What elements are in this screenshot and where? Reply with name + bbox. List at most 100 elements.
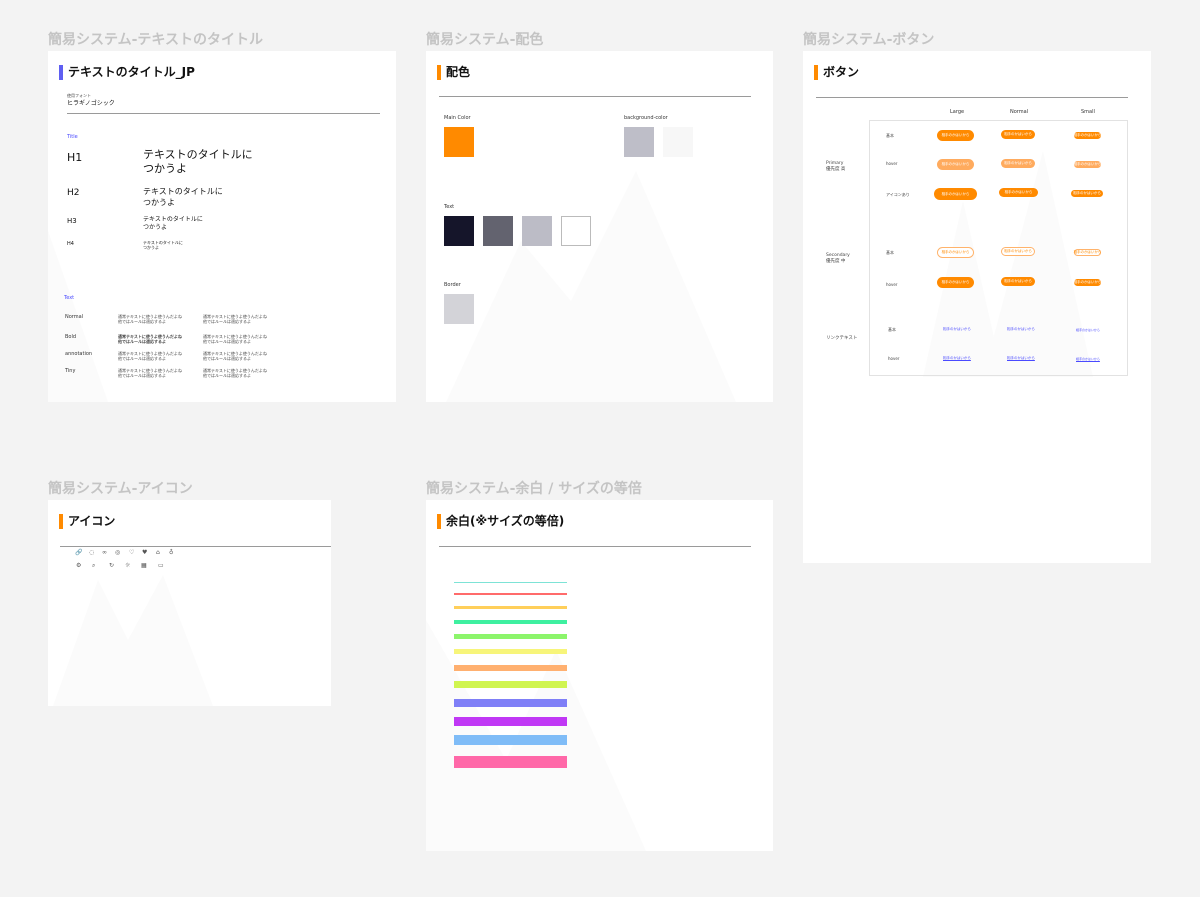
h1-sample: テキストのタイトルに つかうよ [143, 148, 253, 175]
state-label: 基本 [888, 327, 896, 332]
h1-label: H1 [67, 151, 83, 164]
state-label: hover [886, 282, 898, 287]
background-mountain [426, 620, 646, 851]
color-swatch-text [483, 216, 513, 246]
size-header-small: Small [1081, 109, 1095, 115]
spacing-bar [454, 756, 567, 768]
link-text-hover-small[interactable]: 相手のかはいから [1076, 357, 1100, 361]
frame-icon[interactable]: アイコン 🔗 ◌ ∞ ◎ ♡ ♥ ⌂ ♁ ⚙ ⌕ ↻ ☼ ▦ ▭ [48, 500, 331, 706]
frame-spacing[interactable]: 余白(※サイズの等倍) [426, 500, 773, 851]
text-row-sample: 通常テキストに使うよ使うんだよね 他ではルールは適応するよ [203, 351, 267, 361]
sun-icon: ☼ [125, 562, 131, 569]
primary-button-normal[interactable]: 相手のかはいから [1001, 130, 1035, 139]
state-label: 基本 [886, 133, 894, 138]
spacing-bar [454, 593, 567, 595]
spacing-bar [454, 665, 567, 671]
color-swatch-main [444, 127, 474, 157]
h3-label: H3 [67, 217, 77, 225]
secondary-button-hover-large[interactable]: 相手のかはいから [937, 277, 974, 288]
frame-label-button[interactable]: 簡易システム-ボタン [803, 31, 934, 49]
frame-label-icon[interactable]: 簡易システム-アイコン [48, 480, 193, 498]
text-section-label: Text [64, 295, 75, 301]
spacing-bar [454, 634, 567, 639]
spacing-bar [454, 681, 567, 688]
link-text-large[interactable]: 相手のかはいから [943, 327, 971, 332]
font-name: ヒラギノゴシック [67, 100, 115, 107]
frame-title: テキストのタイトル_JP [59, 65, 195, 80]
size-header-large: Large [950, 109, 965, 115]
text-row-label: Normal [65, 314, 84, 320]
text-row-sample: 通常テキストに使うよ使うんだよね 他ではルールは適応するよ [203, 314, 267, 324]
state-label: アイコンあり [886, 192, 910, 197]
group-label-link: リンクテキスト [826, 336, 858, 341]
frame-color[interactable]: 配色 Main Color background-color Text Bord… [426, 51, 773, 402]
spacing-bar [454, 699, 567, 707]
folder-icon: ▭ [158, 562, 164, 569]
h3-sample: テキストのタイトルに つかうよ [143, 216, 203, 231]
spacing-bar [454, 717, 567, 726]
gear-icon: ⚙ [76, 562, 82, 569]
primary-button-hover-small[interactable]: 相手のかはいから [1074, 161, 1101, 168]
frame-title: アイコン [59, 514, 115, 529]
frame-label-text[interactable]: 簡易システム-テキストのタイトル [48, 31, 263, 49]
title-section-label: Title [67, 134, 78, 140]
frame-button[interactable]: ボタン Large Normal Small Primary 優先度 高 基本 … [803, 51, 1151, 563]
spacing-bar [454, 606, 567, 609]
secondary-button-hover-small[interactable]: 相手のかはいから [1074, 279, 1101, 286]
bg-color-label: background-color [624, 115, 668, 121]
refresh-icon: ↻ [109, 562, 115, 569]
text-row-sample: 通常テキストに使うよ使うんだよね 他ではルールは適応するよ [118, 351, 182, 361]
text-row-sample: 通常テキストに使うよ使うんだよね 他ではルールは適応するよ [118, 368, 182, 378]
secondary-button-normal[interactable]: 相手のかはいから [1001, 247, 1035, 256]
settings-icon: ◎ [115, 549, 121, 556]
divider [60, 546, 331, 547]
button-table [869, 120, 1128, 376]
color-swatch-border [444, 294, 474, 324]
primary-icon-button-normal[interactable]: 相手のかはいから [999, 188, 1038, 197]
color-swatch-text [561, 216, 591, 246]
color-swatch-bg [663, 127, 693, 157]
heart-outline-icon: ♡ [129, 549, 135, 556]
border-color-label: Border [444, 282, 461, 288]
link-text-normal[interactable]: 相手のかはいから [1007, 327, 1035, 332]
divider [439, 96, 751, 97]
background-mountain [53, 575, 213, 706]
spacing-bar [454, 582, 567, 583]
text-color-label: Text [444, 204, 455, 210]
primary-icon-button-small[interactable]: 相手のかはいから [1071, 190, 1103, 197]
frame-title: 余白(※サイズの等倍) [437, 514, 564, 529]
text-row-label: Tiny [65, 368, 76, 374]
frame-text[interactable]: テキストのタイトル_JP 使用フォント ヒラギノゴシック Title H1 テキ… [48, 51, 396, 402]
link-text-hover-large[interactable]: 相手のかはいから [943, 356, 971, 361]
primary-icon-button-large[interactable]: 相手のかはいから [934, 188, 977, 200]
home-icon: ⌂ [156, 549, 160, 556]
color-swatch-text [444, 216, 474, 246]
secondary-button-hover-normal[interactable]: 相手のかはいから [1001, 277, 1035, 286]
primary-button-hover-normal[interactable]: 相手のかはいから [1001, 159, 1035, 168]
frame-label-spacing[interactable]: 簡易システム-余白 / サイズの等倍 [426, 480, 642, 498]
link-text-small[interactable]: 相手のかはいから [1076, 328, 1100, 332]
text-row-sample: 通常テキストに使うよ使うんだよね 他ではルールは適応するよ [118, 334, 182, 344]
link-text-hover-normal[interactable]: 相手のかはいから [1007, 356, 1035, 361]
text-row-sample: 通常テキストに使うよ使うんだよね 他ではルールは適応するよ [203, 334, 267, 344]
main-color-label: Main Color [444, 115, 471, 121]
h4-sample: テキストのタイトルに つかうよ [143, 240, 183, 250]
background-mountain [446, 171, 736, 402]
primary-button-hover-large[interactable]: 相手のかはいから [937, 159, 974, 170]
spacing-bar [454, 649, 567, 654]
primary-button-small[interactable]: 相手のかはいから [1074, 132, 1101, 139]
secondary-button-large[interactable]: 相手のかはいから [937, 247, 974, 258]
divider [816, 97, 1128, 98]
state-label: 基本 [886, 250, 894, 255]
frame-title: 配色 [437, 65, 470, 80]
calendar-icon: ▦ [141, 562, 147, 569]
text-row-label: Bold [65, 334, 77, 340]
frame-title: ボタン [814, 65, 859, 80]
secondary-button-small[interactable]: 相手のかはいから [1074, 249, 1101, 256]
h2-sample: テキストのタイトルに つかうよ [143, 187, 223, 207]
primary-button-large[interactable]: 相手のかはいから [937, 130, 974, 141]
bulb-icon: ♁ [169, 549, 174, 556]
link-icon: 🔗 [75, 549, 83, 556]
text-row-sample: 通常テキストに使うよ使うんだよね 他ではルールは適応するよ [203, 368, 267, 378]
frame-label-color[interactable]: 簡易システム-配色 [426, 31, 543, 49]
